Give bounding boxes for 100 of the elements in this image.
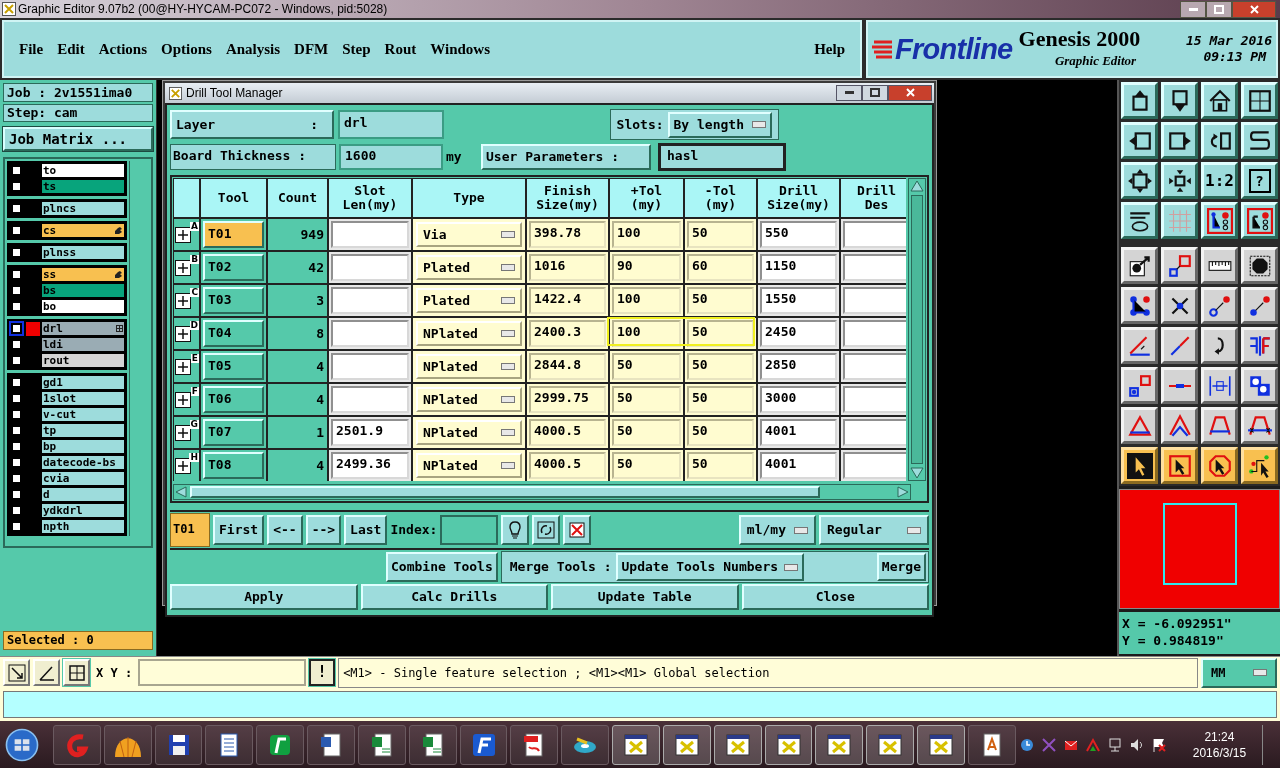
type-dropdown[interactable]: NPlated: [416, 387, 522, 412]
input-field[interactable]: [843, 353, 906, 380]
layer-checkbox[interactable]: [11, 377, 22, 388]
layer-name[interactable]: plnss: [41, 245, 125, 260]
tool-button[interactable]: T05: [203, 353, 264, 380]
maximize-button[interactable]: [1206, 0, 1232, 18]
input-field[interactable]: 3000: [760, 386, 837, 413]
layer-name[interactable]: bs: [41, 283, 125, 298]
tool-button[interactable]: [1201, 407, 1238, 444]
input-field[interactable]: 100: [612, 221, 681, 248]
taskbar-button[interactable]: [561, 724, 610, 765]
layer-name[interactable]: npth: [41, 519, 125, 534]
minimize-button[interactable]: [1180, 0, 1206, 18]
taskbar-button[interactable]: [967, 724, 1016, 765]
alert-button[interactable]: !: [309, 659, 336, 686]
taskbar-button[interactable]: [103, 724, 152, 765]
layer-checkbox[interactable]: [11, 355, 22, 366]
tool-button[interactable]: ?: [1241, 162, 1278, 199]
tool-button[interactable]: T04: [203, 320, 264, 347]
input-field[interactable]: 398.78: [529, 221, 606, 248]
input-field[interactable]: [331, 320, 409, 347]
input-field[interactable]: 50: [687, 221, 754, 248]
input-field[interactable]: 550: [760, 221, 837, 248]
taskbar-button[interactable]: [154, 724, 203, 765]
close-button[interactable]: [1232, 0, 1276, 18]
units-dropdown[interactable]: ml/my: [738, 515, 816, 545]
nav-button[interactable]: First: [213, 515, 265, 545]
input-field[interactable]: 1422.4: [529, 287, 606, 314]
layer-name[interactable]: bp: [41, 439, 125, 454]
scroll-thumb[interactable]: [911, 195, 923, 464]
layer-checkbox[interactable]: [11, 247, 22, 258]
user-parameters-button[interactable]: User Parameters :: [481, 144, 651, 170]
nav-button[interactable]: -->: [305, 515, 342, 545]
layer-checkbox[interactable]: [11, 521, 22, 532]
layer-name[interactable]: cvia: [41, 471, 125, 486]
type-dropdown[interactable]: Plated: [416, 288, 522, 313]
tool-button[interactable]: [1121, 287, 1158, 324]
tool-button[interactable]: [1121, 447, 1158, 484]
minimize-button[interactable]: [836, 84, 862, 101]
nav-button[interactable]: <--: [267, 515, 303, 545]
layer-checkbox[interactable]: [11, 165, 22, 176]
input-field[interactable]: 50: [687, 419, 754, 446]
input-field[interactable]: 50: [687, 353, 754, 380]
input-field[interactable]: [331, 386, 409, 413]
input-field[interactable]: 50: [612, 353, 681, 380]
input-field[interactable]: 50: [687, 386, 754, 413]
input-field[interactable]: 4001: [760, 419, 837, 446]
layer-name[interactable]: v-cut: [41, 407, 125, 422]
layer-name[interactable]: cs: [41, 223, 125, 238]
input-field[interactable]: [331, 287, 409, 314]
layer-name[interactable]: rout: [41, 353, 125, 368]
input-field[interactable]: [843, 320, 906, 347]
layer-checkbox[interactable]: [11, 203, 22, 214]
input-field[interactable]: 50: [612, 452, 681, 479]
menu-item[interactable]: File: [12, 37, 51, 61]
menu-item[interactable]: Step: [335, 37, 378, 61]
input-field[interactable]: 100: [612, 287, 681, 314]
tool-button[interactable]: T01: [203, 221, 264, 248]
input-field[interactable]: 90: [612, 254, 681, 281]
type-dropdown[interactable]: NPlated: [416, 453, 522, 478]
tool-button[interactable]: [1201, 287, 1238, 324]
action-button[interactable]: Update Table: [551, 584, 739, 610]
tool-button[interactable]: [1201, 447, 1238, 484]
tool-button[interactable]: [1161, 407, 1198, 444]
layer-checkbox[interactable]: [11, 457, 22, 468]
layer-name[interactable]: bo: [41, 299, 125, 314]
taskbar-button[interactable]: [408, 724, 457, 765]
taskbar-button[interactable]: [256, 724, 305, 765]
action-button[interactable]: Apply: [170, 584, 358, 610]
tool-button[interactable]: [1161, 367, 1198, 404]
layer-checkbox[interactable]: [11, 285, 22, 296]
tool-button[interactable]: [1161, 447, 1198, 484]
input-field[interactable]: 1016: [529, 254, 606, 281]
input-field[interactable]: 2844.8: [529, 353, 606, 380]
menu-item[interactable]: Windows: [423, 37, 497, 61]
tool-button[interactable]: [1241, 287, 1278, 324]
merge-mode-dropdown[interactable]: Update Tools Numbers: [615, 553, 805, 581]
icon-button[interactable]: [563, 515, 592, 545]
tool-button[interactable]: [1241, 327, 1278, 364]
layer-name[interactable]: ydkdrl: [41, 503, 125, 518]
input-field[interactable]: 2501.9: [331, 419, 409, 446]
layer-name[interactable]: d: [41, 487, 125, 502]
menu-item[interactable]: DFM: [287, 37, 336, 61]
input-field[interactable]: 1550: [760, 287, 837, 314]
layer-name[interactable]: ldi: [41, 337, 125, 352]
close-button[interactable]: [888, 84, 932, 101]
tool-button[interactable]: T06: [203, 386, 264, 413]
input-field[interactable]: [843, 221, 906, 248]
type-dropdown[interactable]: NPlated: [416, 354, 522, 379]
tool-button[interactable]: [1201, 327, 1238, 364]
layer-name[interactable]: tp: [41, 423, 125, 438]
input-field[interactable]: 60: [687, 254, 754, 281]
layer-checkbox[interactable]: [11, 225, 22, 236]
input-field[interactable]: 4001: [760, 452, 837, 479]
nav-button[interactable]: Last: [344, 515, 388, 545]
menu-item[interactable]: Actions: [91, 37, 154, 61]
tool-button[interactable]: T08: [203, 452, 264, 479]
tool-button[interactable]: [1241, 367, 1278, 404]
layer-name[interactable]: ss: [41, 267, 125, 282]
taskbar-button[interactable]: [205, 724, 254, 765]
